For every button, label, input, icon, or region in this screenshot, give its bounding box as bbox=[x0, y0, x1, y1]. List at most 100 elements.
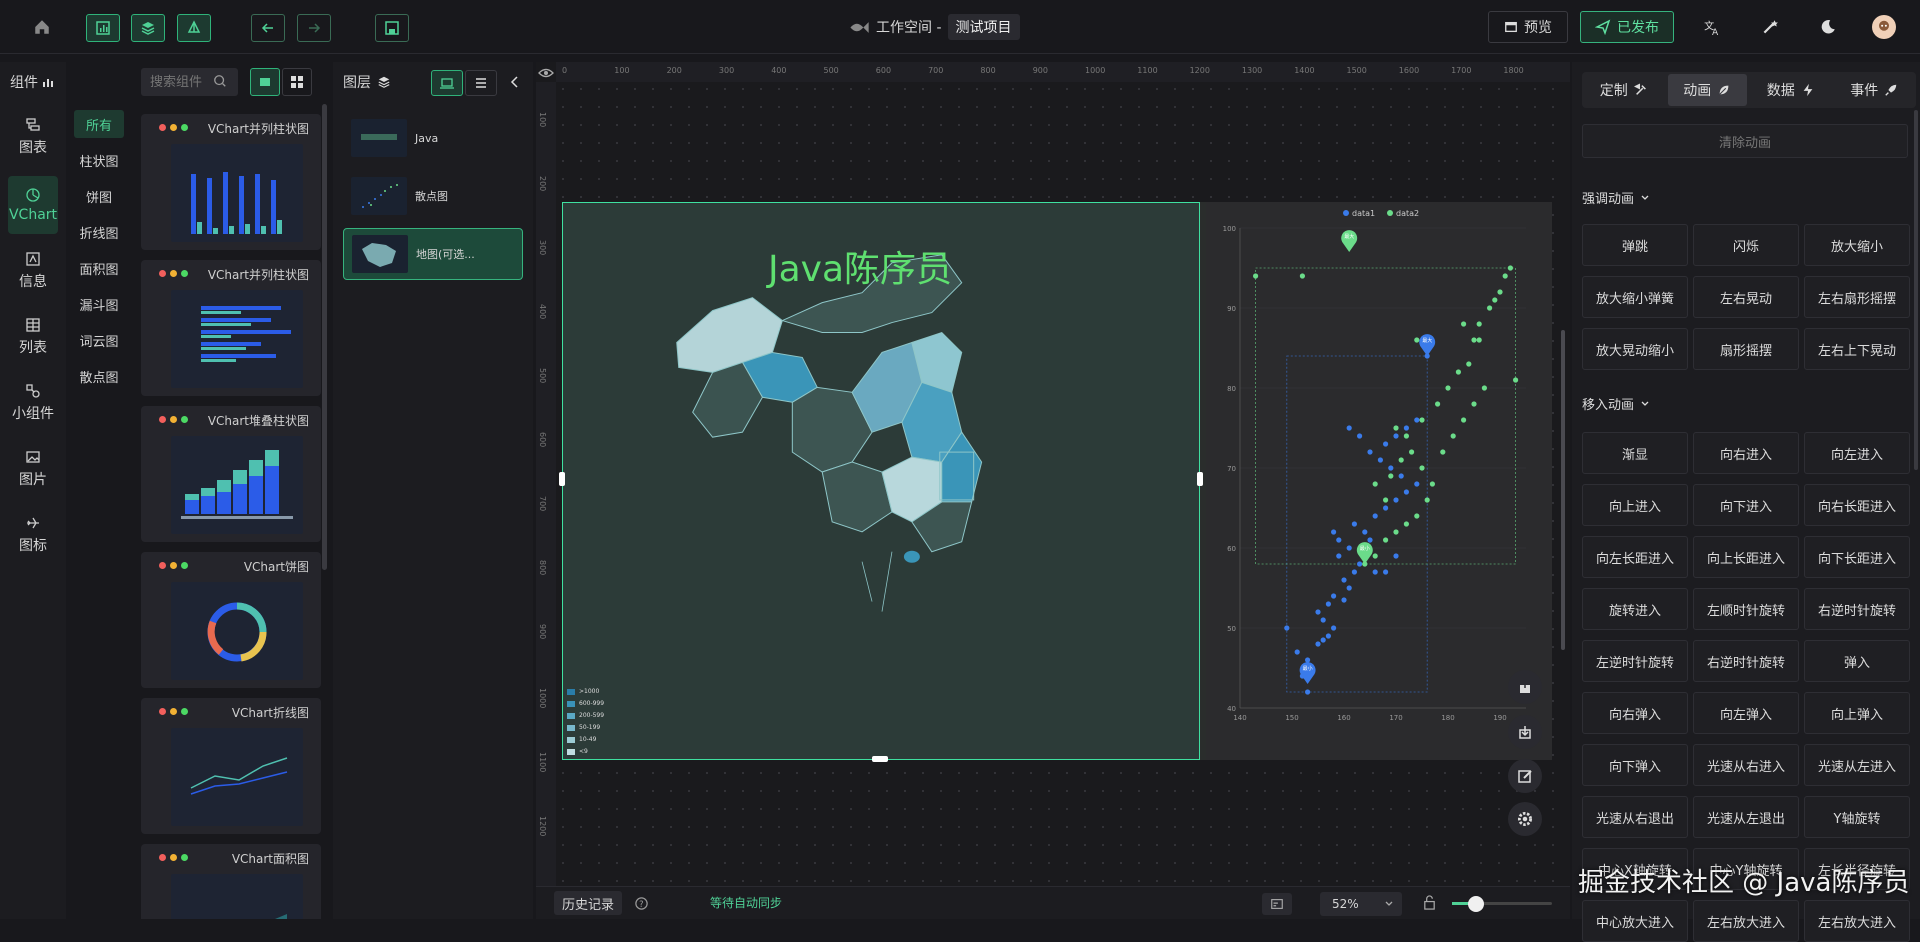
enter-button[interactable]: 向左弹入 bbox=[1693, 692, 1799, 734]
nav-item-list[interactable]: 列表 bbox=[8, 308, 58, 366]
resize-handle-left[interactable] bbox=[559, 472, 565, 486]
enter-button[interactable]: 光速从右进入 bbox=[1693, 744, 1799, 786]
canvas-vertical-scrollbar[interactable] bbox=[1561, 330, 1565, 650]
emphasis-animation-header[interactable]: 强调动画 bbox=[1582, 188, 1650, 207]
enter-button[interactable]: 左逆时针旋转 bbox=[1582, 640, 1688, 682]
enter-button[interactable]: 光速从左进入 bbox=[1804, 744, 1910, 786]
zoom-select[interactable]: 52% bbox=[1320, 892, 1402, 916]
resize-handle-bottom[interactable] bbox=[872, 756, 888, 762]
eye-icon[interactable] bbox=[538, 65, 554, 85]
component-card[interactable]: VChart并列柱状图 bbox=[141, 114, 321, 250]
enter-button[interactable]: 向上弹入 bbox=[1804, 692, 1910, 734]
enter-button[interactable]: 向下长距进入 bbox=[1804, 536, 1910, 578]
subcategory-funnel[interactable]: 漏斗图 bbox=[74, 290, 124, 318]
component-card[interactable]: VChart面积图 bbox=[141, 844, 321, 919]
emphasis-button[interactable]: 弹跳 bbox=[1582, 224, 1688, 266]
dark-mode-icon[interactable] bbox=[1816, 15, 1840, 39]
enter-button[interactable]: 左右放大进入 bbox=[1804, 900, 1910, 942]
publish-button[interactable]: 已发布 bbox=[1580, 11, 1674, 43]
enter-button[interactable]: 渐显 bbox=[1582, 432, 1688, 474]
enter-button[interactable]: 向右弹入 bbox=[1582, 692, 1688, 734]
tab-customize[interactable]: 定制 bbox=[1584, 74, 1664, 106]
enter-animation-header[interactable]: 移入动画 bbox=[1582, 394, 1650, 413]
zoom-slider[interactable] bbox=[1452, 896, 1552, 912]
layer-item[interactable]: Java bbox=[343, 112, 523, 164]
enter-button[interactable]: 光速从左退出 bbox=[1693, 796, 1799, 838]
chart-toggle-button[interactable] bbox=[86, 14, 120, 42]
enter-button[interactable]: 右逆时针旋转 bbox=[1804, 588, 1910, 630]
enter-button[interactable]: 左顺时针旋转 bbox=[1693, 588, 1799, 630]
nav-item-chart[interactable]: 图表 bbox=[8, 108, 58, 166]
details-toggle-button[interactable] bbox=[177, 14, 211, 42]
enter-button[interactable]: 向上进入 bbox=[1582, 484, 1688, 526]
settings-button[interactable] bbox=[1508, 802, 1542, 836]
edit-button[interactable] bbox=[1508, 759, 1542, 793]
preview-button[interactable]: 预览 bbox=[1488, 11, 1568, 43]
enter-button[interactable]: 左右放大进入 bbox=[1693, 900, 1799, 942]
translate-icon[interactable]: 文A bbox=[1700, 15, 1724, 39]
properties-scrollbar[interactable] bbox=[1914, 110, 1918, 470]
component-card[interactable]: VChart并列柱状图 bbox=[141, 260, 321, 396]
minimap-toggle-button[interactable] bbox=[1262, 893, 1292, 915]
tab-animation[interactable]: 动画 bbox=[1667, 74, 1747, 106]
enter-button[interactable]: 向下进入 bbox=[1693, 484, 1799, 526]
clear-animation-button[interactable]: 清除动画 bbox=[1582, 124, 1908, 158]
view-single-button[interactable] bbox=[250, 68, 280, 96]
emphasis-button[interactable]: 放大缩小弹簧 bbox=[1582, 276, 1688, 318]
nav-item-icon[interactable]: 图标 bbox=[8, 506, 58, 564]
component-card[interactable]: VChart折线图 bbox=[141, 698, 321, 834]
emphasis-button[interactable]: 放大晃动缩小 bbox=[1582, 328, 1688, 370]
tab-events[interactable]: 事件 bbox=[1835, 74, 1915, 106]
enter-button[interactable]: 中心放大进入 bbox=[1582, 900, 1688, 942]
subcategory-pie[interactable]: 饼图 bbox=[74, 182, 124, 210]
resize-handle-right[interactable] bbox=[1197, 472, 1203, 486]
project-name[interactable]: 测试项目 bbox=[947, 14, 1020, 40]
zoom-slider-thumb[interactable] bbox=[1468, 896, 1484, 912]
tab-data[interactable]: 数据 bbox=[1751, 74, 1831, 106]
lock-icon[interactable] bbox=[1422, 895, 1437, 914]
export-button[interactable] bbox=[1508, 670, 1542, 704]
emphasis-button[interactable]: 放大缩小 bbox=[1804, 224, 1910, 266]
enter-button[interactable]: 向左长距进入 bbox=[1582, 536, 1688, 578]
avatar[interactable] bbox=[1872, 15, 1896, 39]
magic-wand-icon[interactable] bbox=[1758, 15, 1782, 39]
layer-item[interactable]: 散点图 bbox=[343, 170, 523, 222]
enter-button[interactable]: 光速从右退出 bbox=[1582, 796, 1688, 838]
scatter-component[interactable]: 40 50 60 70 80 90 100 140 150 160 170 180 190 最大 最大 最小最… bbox=[1206, 202, 1552, 760]
layer-list-view-button[interactable] bbox=[465, 70, 497, 96]
subcategory-all[interactable]: 所有 bbox=[74, 110, 124, 138]
enter-button[interactable]: Y轴旋转 bbox=[1804, 796, 1910, 838]
subcategory-area[interactable]: 面积图 bbox=[74, 254, 124, 282]
layer-thumbnail-view-button[interactable] bbox=[431, 70, 463, 96]
home-icon[interactable] bbox=[30, 15, 54, 39]
help-icon[interactable]: ? bbox=[634, 896, 649, 915]
save-button[interactable] bbox=[375, 14, 409, 42]
emphasis-button[interactable]: 左右上下晃动 bbox=[1804, 328, 1910, 370]
view-grid-button[interactable] bbox=[282, 68, 312, 96]
enter-button[interactable]: 向下弹入 bbox=[1582, 744, 1688, 786]
nav-item-image[interactable]: 图片 bbox=[8, 440, 58, 498]
emphasis-button[interactable]: 扇形摇摆 bbox=[1693, 328, 1799, 370]
undo-button[interactable] bbox=[251, 14, 285, 42]
enter-button[interactable]: 向左进入 bbox=[1804, 432, 1910, 474]
subcategory-bar[interactable]: 柱状图 bbox=[74, 146, 124, 174]
enter-button[interactable]: 向右进入 bbox=[1693, 432, 1799, 474]
emphasis-button[interactable]: 左右晃动 bbox=[1693, 276, 1799, 318]
import-button[interactable] bbox=[1508, 715, 1542, 749]
emphasis-button[interactable]: 左右扇形摇摆 bbox=[1804, 276, 1910, 318]
layers-toggle-button[interactable] bbox=[131, 14, 165, 42]
subcategory-scatter[interactable]: 散点图 bbox=[74, 362, 124, 390]
emphasis-button[interactable]: 闪烁 bbox=[1693, 224, 1799, 266]
component-card[interactable]: VChart饼图 bbox=[141, 552, 321, 688]
component-list-scrollbar[interactable] bbox=[322, 104, 327, 570]
enter-button[interactable]: 弹入 bbox=[1804, 640, 1910, 682]
redo-button[interactable] bbox=[297, 14, 331, 42]
enter-button[interactable]: 旋转进入 bbox=[1582, 588, 1688, 630]
subcategory-line[interactable]: 折线图 bbox=[74, 218, 124, 246]
nav-item-info[interactable]: 信息 bbox=[8, 242, 58, 300]
search-icon[interactable] bbox=[213, 74, 227, 92]
collapse-chevron-icon[interactable] bbox=[507, 74, 523, 94]
history-button[interactable]: 历史记录 bbox=[554, 891, 623, 915]
enter-button[interactable]: 右逆时针旋转 bbox=[1693, 640, 1799, 682]
nav-item-widget[interactable]: 小组件 bbox=[8, 374, 58, 432]
